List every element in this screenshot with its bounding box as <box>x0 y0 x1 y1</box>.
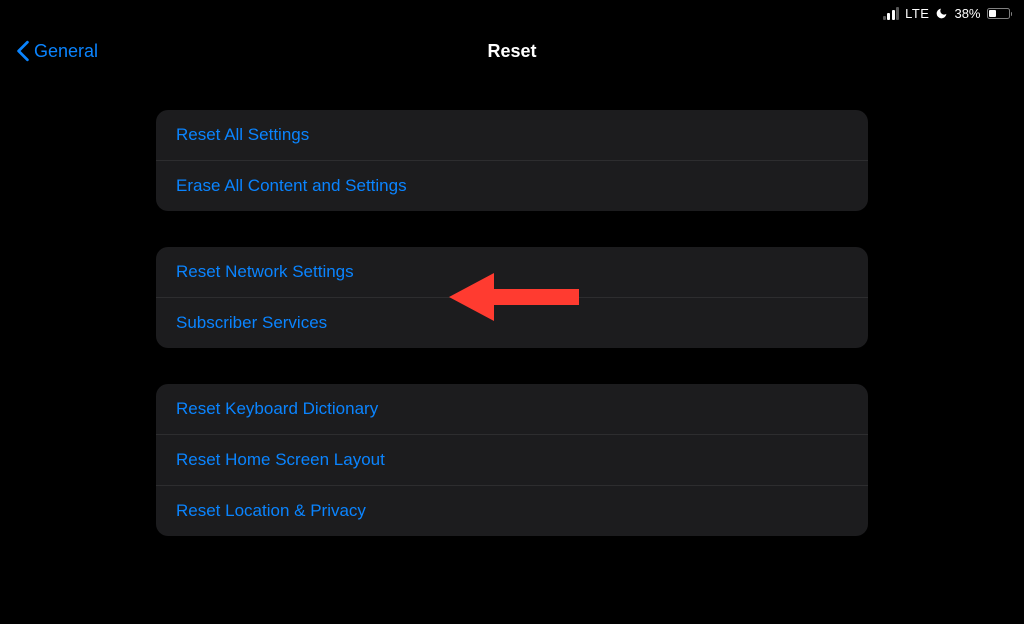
group-other: Reset Keyboard Dictionary Reset Home Scr… <box>156 384 868 536</box>
back-label: General <box>34 41 98 62</box>
chevron-left-icon <box>16 40 30 62</box>
nav-bar: General Reset <box>0 0 1024 78</box>
page-title: Reset <box>487 41 536 62</box>
subscriber-services-row[interactable]: Subscriber Services <box>156 298 868 348</box>
group-general-reset: Reset All Settings Erase All Content and… <box>156 110 868 211</box>
erase-all-content-row[interactable]: Erase All Content and Settings <box>156 161 868 211</box>
content: Reset All Settings Erase All Content and… <box>0 110 1024 536</box>
reset-location-privacy-row[interactable]: Reset Location & Privacy <box>156 486 868 536</box>
group-network: Reset Network Settings Subscriber Servic… <box>156 247 868 348</box>
reset-all-settings-row[interactable]: Reset All Settings <box>156 110 868 161</box>
reset-keyboard-dictionary-row[interactable]: Reset Keyboard Dictionary <box>156 384 868 435</box>
reset-network-settings-row[interactable]: Reset Network Settings <box>156 247 868 298</box>
reset-home-screen-layout-row[interactable]: Reset Home Screen Layout <box>156 435 868 486</box>
back-button[interactable]: General <box>16 40 98 62</box>
